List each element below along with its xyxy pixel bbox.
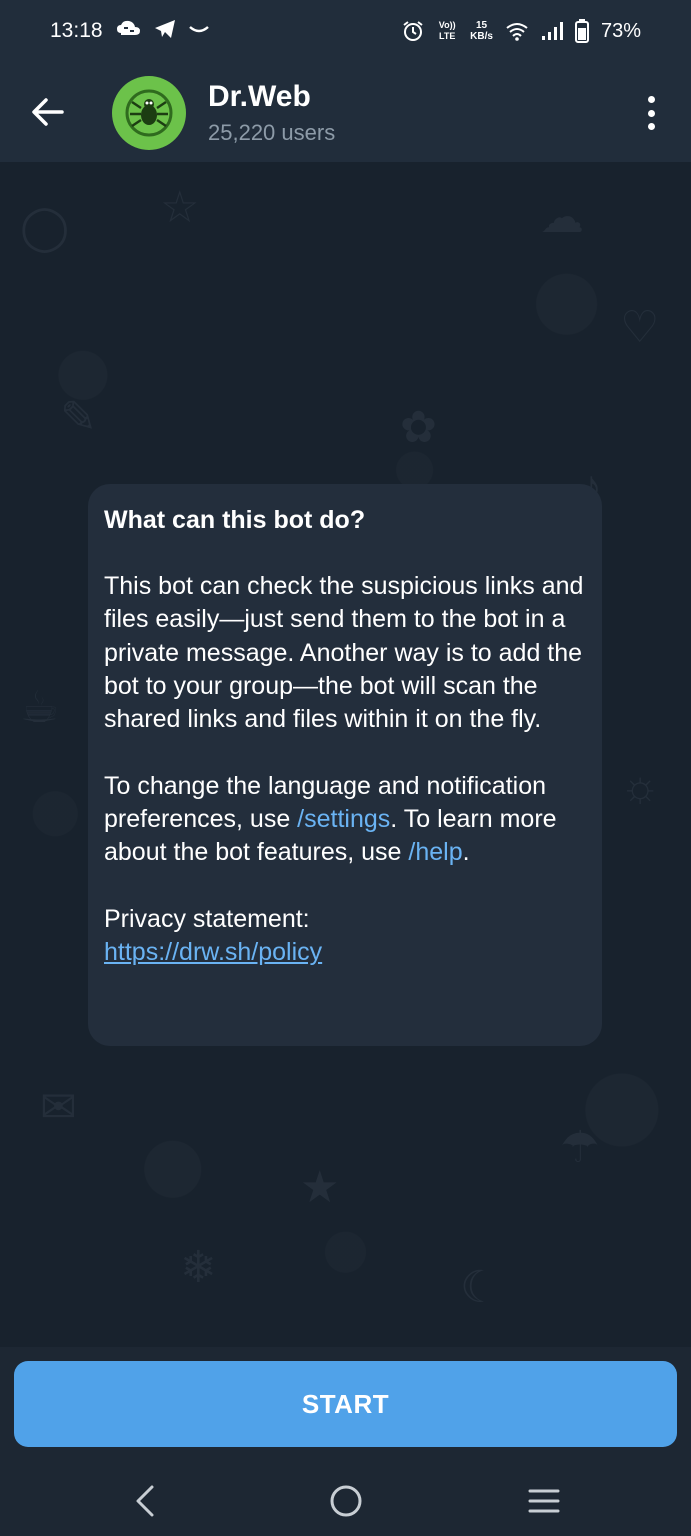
net-speed-value: 15: [476, 20, 488, 31]
help-command-link[interactable]: /help: [408, 838, 462, 866]
status-right-icons: Vo)) LTE 15 KB/s 73%: [402, 19, 641, 43]
smile-icon: [189, 26, 209, 33]
privacy-label: Privacy statement:: [104, 904, 310, 933]
back-button[interactable]: [28, 92, 68, 132]
nav-home-button[interactable]: [326, 1481, 366, 1521]
card-title: What can this bot do?: [104, 506, 366, 534]
doodle-cloud-icon: ☁: [540, 193, 584, 242]
menu-lines-icon: [528, 1489, 560, 1513]
net-speed-unit: KB/s: [470, 31, 493, 42]
status-left-icons: [116, 19, 210, 39]
doodle-sun-icon: ☼: [620, 762, 661, 811]
telegram-icon: [155, 20, 175, 38]
chat-subtitle: 25,220 users: [208, 120, 336, 145]
volte-icon: Vo)) LTE: [438, 20, 456, 41]
avatar[interactable]: [112, 76, 186, 150]
privacy-policy-link[interactable]: https://drw.sh/policy: [104, 936, 594, 969]
spider-logo-icon: [125, 89, 173, 137]
chat-title[interactable]: Dr.Web: [208, 80, 311, 114]
start-button[interactable]: START: [14, 1361, 677, 1447]
doodle-gift-icon: ✉: [40, 1083, 77, 1132]
status-time: 13:18: [50, 19, 103, 42]
alarm-icon: [403, 21, 423, 41]
doodle-balloon-icon: ◯: [20, 203, 70, 252]
doodle-flower-icon: ✿: [400, 403, 437, 452]
wifi-icon: [506, 23, 528, 41]
doodle-umbrella-icon: ☂: [560, 1123, 600, 1172]
bot-info-card: What can this bot do? This bot can check…: [88, 484, 602, 1046]
doodle-pencil-icon: ✎: [60, 393, 97, 442]
doodle-star-icon: ☆: [160, 183, 200, 232]
preferences-suffix: .: [462, 838, 470, 867]
net-speed: 15 KB/s: [470, 20, 493, 42]
status-bar: 13:18 Vo)) LTE 15 KB/s 73%: [0, 0, 691, 62]
cloud-sync-icon: [117, 20, 140, 35]
battery-icon: [574, 19, 589, 43]
chevron-left-icon: [136, 1485, 154, 1517]
nav-back-button[interactable]: [126, 1481, 166, 1521]
chat-header: Dr.Web 25,220 users: [0, 62, 691, 162]
doodle-star2-icon: ★: [300, 1163, 340, 1212]
arrow-left-icon: [32, 98, 64, 126]
card-preferences-text: To change the language and notification …: [104, 770, 594, 870]
doodle-moon-icon: ☾: [460, 1263, 500, 1312]
system-nav-bar: [0, 1461, 691, 1536]
signal-icon: [541, 22, 563, 40]
doodle-snow-icon: ❄: [180, 1243, 217, 1292]
more-vertical-icon: [647, 96, 655, 103]
doodle-heart-icon: ♡: [620, 303, 660, 352]
circle-home-icon: [330, 1485, 362, 1517]
more-menu-button[interactable]: [641, 96, 661, 130]
doodle-cup-icon: ☕: [20, 683, 60, 732]
settings-command-link[interactable]: /settings: [297, 805, 390, 833]
battery-percent: 73%: [600, 19, 641, 42]
nav-recents-button[interactable]: [524, 1481, 564, 1521]
card-description: This bot can check the suspicious links …: [104, 572, 584, 734]
card-body: This bot can check the suspicious links …: [104, 570, 594, 970]
bottom-panel: START: [0, 1347, 691, 1461]
